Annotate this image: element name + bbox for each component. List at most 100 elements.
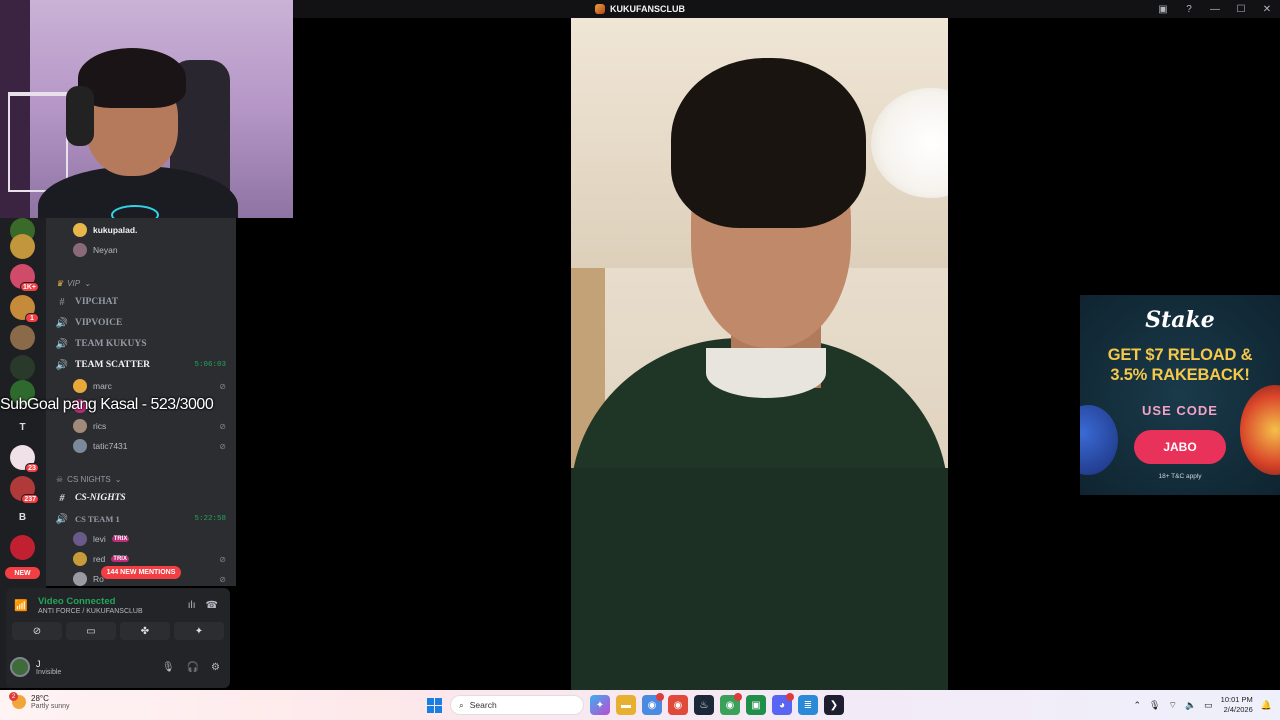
avatar [73, 439, 87, 453]
server-icon-11[interactable] [10, 535, 35, 560]
weather-icon: 2 [9, 692, 26, 709]
avatar [73, 532, 87, 546]
category-cs-nights[interactable]: ☠ CS NIGHTS ⌄ [46, 470, 236, 488]
clock[interactable]: 10:01 PM 2/4/2026 [1221, 695, 1253, 715]
channel-cs-team-1[interactable]: 🔊 CS TEAM 1 5:22:58 [46, 510, 236, 528]
server-icon-9[interactable]: 237 [10, 476, 39, 504]
steam-icon[interactable]: ♨ [694, 695, 714, 715]
inbox-icon[interactable]: ▣ [1150, 0, 1176, 18]
voice-timer: 5:06:03 [194, 361, 226, 369]
voice-location[interactable]: ANTI FORCE / KUKUFANSCLUB [38, 608, 143, 615]
skull-icon: ☠ [56, 474, 64, 484]
disconnect-icon[interactable]: ☎ [206, 600, 218, 611]
microphone-icon[interactable]: 🎙 [162, 662, 175, 673]
channel-team-scatter[interactable]: 🔊 TEAM SCATTER 5:06:03 [46, 356, 236, 374]
app-icon[interactable]: ▣ [746, 695, 766, 715]
server-icon-10[interactable]: B [10, 505, 35, 530]
voice-user[interactable]: kukupalad. [46, 221, 236, 239]
user-status: Invisible [36, 668, 62, 676]
camera-off-button[interactable]: ⊘ [12, 622, 62, 640]
server-icon-8[interactable]: 23 [10, 445, 39, 473]
category-label: CS NIGHTS [67, 474, 111, 484]
screen-share-button[interactable]: ▭ [66, 622, 116, 640]
discord-icon[interactable]: ◕ [772, 693, 794, 715]
unread-badge: 1 [25, 313, 39, 323]
close-button[interactable]: ✕ [1254, 0, 1280, 18]
server-icon-5[interactable] [10, 355, 35, 380]
copilot-icon[interactable]: ✦ [590, 695, 610, 715]
voice-buttons: ⊘ ▭ ✤ ✦ [12, 622, 224, 640]
channel-team-kukuys[interactable]: 🔊 TEAM KUKUYS [46, 335, 236, 353]
vscode-icon[interactable]: ❯ [824, 695, 844, 715]
taskbar-search[interactable]: ⌕ Search [450, 695, 584, 715]
voice-user[interactable]: rics ⊘ [46, 417, 236, 435]
ad-headline: GET $7 RELOAD & 3.5% RAKEBACK! [1080, 345, 1280, 385]
user-name: marc [93, 381, 112, 391]
battery-icon[interactable]: ▭ [1204, 700, 1213, 711]
wifi-icon[interactable]: ⌔ [1168, 700, 1176, 711]
user-name: Neyan [93, 245, 118, 255]
chevron-up-icon[interactable]: ⌃ [1133, 700, 1141, 711]
soundboard-button[interactable]: ✦ [174, 622, 224, 640]
chevron-down-icon: ⌄ [114, 474, 122, 484]
microphone-icon[interactable]: 🎙 [1149, 700, 1160, 711]
channel-vipvoice[interactable]: 🔊 VIPVOICE [46, 314, 236, 332]
ad-code-button[interactable]: JABO [1134, 430, 1226, 464]
search-icon: ⌕ [459, 699, 464, 710]
volume-icon[interactable]: 🔈 [1185, 700, 1196, 711]
signal-icon[interactable]: 📶 [12, 599, 30, 612]
category-vip[interactable]: ♛ VIP ⌄ [46, 274, 236, 292]
avatar[interactable] [10, 657, 30, 677]
deafened-icon: ⊘ [219, 381, 226, 391]
voice-user[interactable]: tatic7431 ⊘ [46, 437, 236, 455]
soundboard-icon[interactable]: ılı [188, 600, 196, 611]
server-icon-7[interactable]: T [10, 415, 35, 440]
windows-start-icon[interactable] [424, 695, 444, 715]
speaker-icon: 🔊 [55, 513, 69, 525]
streamer-figure [38, 46, 238, 218]
chrome-icon[interactable]: ◉ [720, 693, 742, 715]
deafened-icon: ⊘ [219, 441, 226, 451]
channel-vipchat[interactable]: # VIPCHAT [46, 293, 236, 311]
notifications-icon[interactable]: 🔔 [1261, 700, 1272, 711]
clock-time: 10:01 PM [1220, 695, 1253, 704]
server-icon-4[interactable] [10, 325, 35, 350]
voice-user[interactable]: marc ⊘ [46, 377, 236, 395]
maximize-button[interactable]: ☐ [1228, 0, 1254, 18]
main-video-feed[interactable] [571, 18, 948, 690]
server-icon-3[interactable]: 1 [10, 295, 39, 323]
clock-date: 2/4/2026 [1223, 705, 1253, 714]
weather-temp: 28°C [31, 694, 49, 703]
channel-cs-nights[interactable]: # CS-NIGHTS [46, 489, 236, 507]
voice-status[interactable]: Video Connected [38, 596, 143, 607]
ad-banner[interactable]: Stake GET $7 RELOAD & 3.5% RAKEBACK! USE… [1080, 295, 1280, 495]
help-icon[interactable]: ? [1176, 0, 1202, 18]
weather-widget[interactable]: 2 28°C Partly sunny [9, 692, 70, 710]
file-explorer-icon[interactable]: ▬ [616, 695, 636, 715]
headphones-icon[interactable]: 🎧 [187, 662, 199, 673]
ad-brand: Stake [1145, 307, 1215, 333]
minimize-button[interactable]: — [1202, 0, 1228, 18]
taskbar-apps: ⌕ Search ✦ ▬ ◉ ◉ ♨ ◉ ▣ ◕ ≣ ❯ [424, 693, 844, 716]
chrome-icon[interactable]: ◉ [668, 695, 688, 715]
user-name: red [93, 554, 106, 564]
ad-decoration [1240, 385, 1280, 475]
window-title-text: KUKUFANSCLUB [610, 4, 685, 14]
voice-user[interactable]: Neyan [46, 241, 236, 259]
ad-code-label: USE CODE [1142, 403, 1218, 418]
hashtag-icon: # [59, 296, 65, 308]
new-mentions-pill[interactable]: 144 NEW MENTIONS [101, 566, 181, 579]
deafened-icon: ⊘ [219, 554, 226, 564]
notepad-icon[interactable]: ≣ [798, 695, 818, 715]
new-unreads-pill[interactable]: NEW [5, 567, 40, 579]
server-icon-1[interactable] [10, 234, 35, 259]
server-icon-2[interactable]: 1K+ [10, 264, 39, 292]
activities-button[interactable]: ✤ [120, 622, 170, 640]
chrome-icon[interactable]: ◉ [642, 693, 664, 715]
speaker-icon: 🔊 [55, 317, 69, 329]
voice-user[interactable]: levi TRIX [46, 530, 236, 548]
gear-icon[interactable]: ⚙ [211, 662, 220, 673]
taskbar: 2 28°C Partly sunny ⌕ Search ✦ ▬ ◉ ◉ ♨ ◉… [0, 690, 1280, 720]
user-name: rics [93, 421, 107, 431]
user-name: kukupalad. [93, 225, 138, 235]
